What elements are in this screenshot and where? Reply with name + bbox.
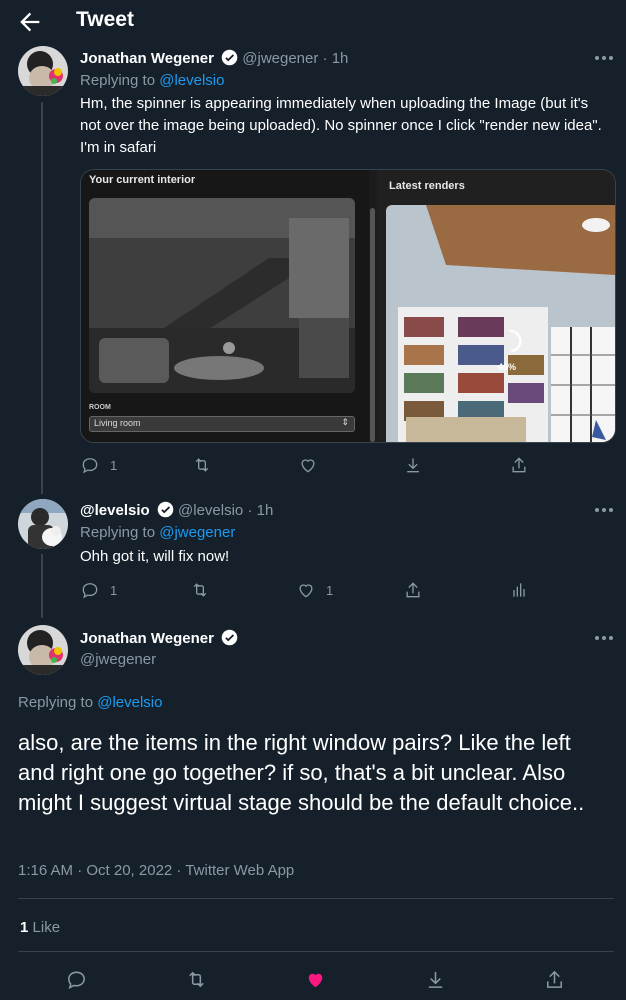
reply-count: 1 [110,582,118,598]
heart-icon [299,584,313,598]
verified-badge-icon [157,501,174,518]
author-name[interactable]: Jonathan Wegener [80,630,214,647]
current-interior-photo [89,198,355,393]
download-icon [428,971,443,988]
bookmark-button[interactable] [403,455,423,475]
like-button[interactable]: 1 [296,580,333,600]
thread-line [41,102,43,494]
tweet-text: Hm, the spinner is appearing immediately… [80,95,602,156]
latest-renders-title: Latest renders [389,180,465,192]
tweet-time[interactable]: · 1h [247,502,273,519]
retweet-button[interactable] [190,580,210,600]
like-button[interactable] [298,455,318,475]
room-label: ROOM [89,404,111,411]
like-count: 1 [326,582,334,598]
latest-render-photo[interactable]: 46% [386,205,615,442]
replying-to-link[interactable]: @levelsio [97,694,162,711]
reply-button[interactable]: 1 [80,455,117,475]
tweet-text: Ohh got it, will fix now! [80,548,230,565]
reply-button[interactable] [65,968,88,991]
tweet-media[interactable]: Your current interior ROOM Living room ⇕… [80,169,616,443]
analytics-icon [513,583,525,597]
current-interior-title: Your current interior [89,174,196,186]
avatar[interactable] [18,499,68,549]
retweet-icon [195,458,209,472]
like-button[interactable] [304,968,327,991]
room-select[interactable]: Living room ⇕ [89,416,355,432]
tweet-time[interactable]: · 1h [323,50,349,67]
divider [18,898,614,899]
share-button[interactable] [403,580,423,600]
retweet-button[interactable] [185,968,208,991]
author-handle[interactable]: @jwegener [242,50,318,67]
download-icon [407,458,419,473]
replying-to-label: Replying to [80,524,156,541]
retweet-icon [193,583,207,597]
retweet-button[interactable] [192,455,212,475]
reply-button[interactable]: 1 [80,580,117,600]
reply-count: 1 [110,457,118,473]
tweet-timestamp[interactable]: 1:16 AM · Oct 20, 2022 · Twitter Web App [18,862,294,879]
avatar[interactable] [18,46,68,96]
liked-heart-icon [308,973,323,988]
author-handle[interactable]: @levelsio [178,502,243,519]
back-arrow-icon[interactable] [16,8,44,36]
analytics-button[interactable] [509,580,529,600]
verified-badge-icon [221,629,238,646]
replying-to-link[interactable]: @levelsio [159,72,224,89]
progress-label: 46% [498,362,517,372]
replying-to-label: Replying to [18,694,94,711]
replying-to-link[interactable]: @jwegener [159,524,235,541]
author-handle[interactable]: @jwegener [80,651,156,668]
share-button[interactable] [509,455,529,475]
reply-icon [82,458,98,474]
reply-icon [82,583,98,599]
share-icon [547,970,562,988]
share-icon [406,582,420,598]
likes-stat[interactable]: 1 Like [20,919,60,936]
replying-to-label: Replying to [80,72,156,89]
share-button[interactable] [543,968,566,991]
thread-line [41,554,43,618]
bookmark-button[interactable] [424,968,447,991]
room-select-value: Living room [94,418,141,428]
heart-icon [301,459,315,473]
retweet-icon [189,971,204,988]
avatar[interactable] [18,625,68,675]
author-name[interactable]: Jonathan Wegener [80,50,214,67]
reply-icon [68,971,85,990]
select-arrows-icon: ⇕ [341,417,349,427]
page-title: Tweet [76,8,134,31]
scrollbar[interactable] [370,208,375,442]
share-icon [512,457,526,473]
more-options-icon[interactable] [594,55,614,61]
divider [18,951,614,952]
more-options-icon[interactable] [594,507,614,513]
verified-badge-icon [221,49,238,66]
main-tweet-text: also, are the items in the right window … [18,730,585,815]
more-options-icon[interactable] [594,635,614,641]
loading-spinner-icon [498,329,522,353]
author-name[interactable]: @levelsio [80,502,150,519]
likes-count: 1 [20,919,29,936]
likes-label: Like [32,919,61,936]
